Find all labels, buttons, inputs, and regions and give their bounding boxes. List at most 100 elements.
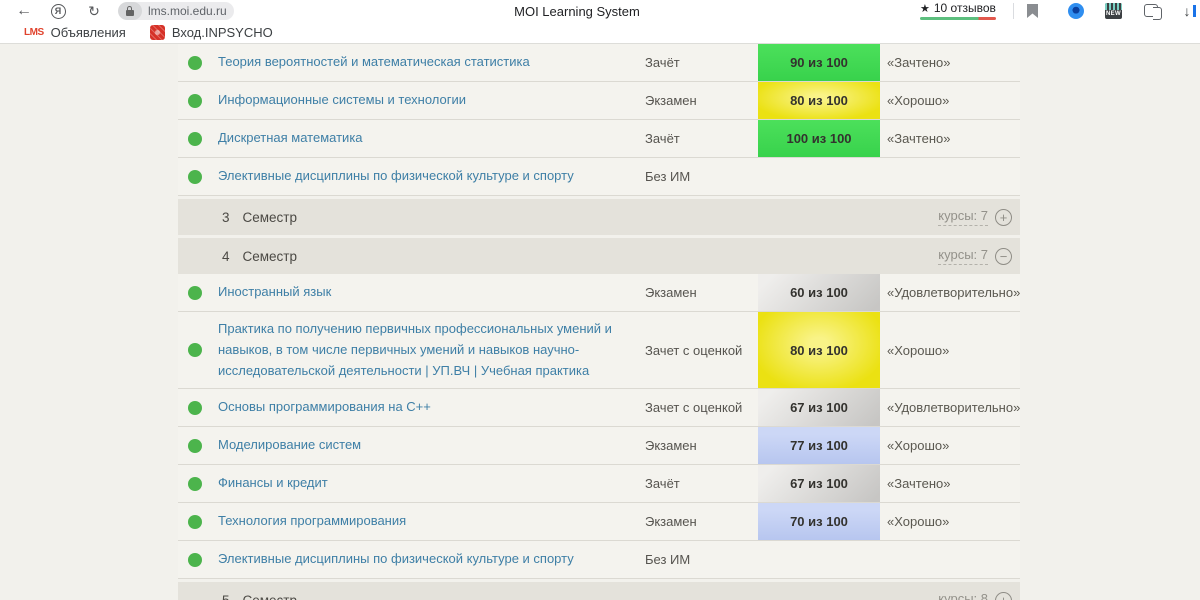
table-row: Технология программированияЭкзамен70 из … [178,503,1020,541]
grade-text: «Хорошо» [880,438,1020,453]
assessment-type: Экзамен [645,93,758,108]
extension-blue-icon[interactable] [1068,3,1084,19]
expand-icon[interactable]: + [995,209,1012,226]
extension-new-label: NEW [1105,10,1122,19]
semester-row[interactable]: 3 Семестр курсы: 7 + [178,199,1020,235]
status-dot-icon [188,94,202,108]
score-badge: 80 из 100 [758,312,880,388]
semester-row[interactable]: 5 Семестр курсы: 8 + [178,582,1020,600]
score-badge: 80 из 100 [758,82,880,119]
bookmark-label: Вход.INPSYCHO [172,25,273,40]
bookmark-item-inpsycho[interactable]: Вход.INPSYCHO [150,25,273,40]
semester-row[interactable]: 4 Семестр курсы: 7− [178,238,1020,274]
browser-window: ← Я ↻ lms.moi.edu.ru MOI Learning System… [0,0,1200,600]
course-link[interactable]: Теория вероятностей и математическая ста… [218,45,645,80]
status-dot-icon [188,401,202,415]
table-row: Практика по получению первичных професси… [178,312,1020,389]
status-dot-icon [188,515,202,529]
download-icon[interactable]: ↓ [1178,1,1196,21]
status-dot-icon [188,439,202,453]
grade-text: «Хорошо» [880,343,1020,358]
bookmarks-bar: LMS Объявления Вход.INPSYCHO [0,22,1200,44]
course-link[interactable]: Информационные системы и технологии [218,83,645,118]
grade-text: «Зачтено» [880,131,1020,146]
course-link[interactable]: Элективные дисциплины по физической куль… [218,542,645,577]
table-row: Теория вероятностей и математическая ста… [178,44,1020,82]
table-row: Дискретная математикаЗачёт100 из 100«Зач… [178,120,1020,158]
grade-text: «Хорошо» [880,514,1020,529]
grade-text: «Хорошо» [880,93,1020,108]
grade-text: «Удовлетворительно» [880,285,1020,300]
courses-count-link[interactable]: курсы: 7 [938,208,988,226]
courses-count-link[interactable]: курсы: 7 [938,247,988,265]
expand-icon[interactable]: + [995,592,1012,600]
course-link[interactable]: Финансы и кредит [218,466,645,501]
score-badge: 60 из 100 [758,274,880,311]
extension-new-pattern [1105,3,1122,10]
grade-text: «Зачтено» [880,55,1020,70]
course-link[interactable]: Технология программирования [218,504,645,539]
assessment-type: Экзамен [645,438,758,453]
course-link[interactable]: Моделирование систем [218,428,645,463]
reviews-label: 10 отзывов [934,1,996,15]
assessment-type: Зачет с оценкой [645,343,758,358]
semester-controls: курсы: 7− [938,247,1012,265]
score-badge: 77 из 100 [758,427,880,464]
table-row: Элективные дисциплины по физической куль… [178,158,1020,196]
assessment-type: Зачёт [645,55,758,70]
assessment-type: Зачёт [645,131,758,146]
semester-controls: курсы: 8 + [938,591,1012,600]
browser-toolbar: ← Я ↻ lms.moi.edu.ru MOI Learning System… [0,0,1200,22]
status-dot-icon [188,132,202,146]
table-row: Иностранный языкЭкзамен60 из 100«Удовлет… [178,274,1020,312]
lms-logo-icon: LMS [24,27,44,38]
status-dot-icon [188,343,202,357]
semester-label: Семестр [243,593,298,600]
table-row: Информационные системы и технологииЭкзам… [178,82,1020,120]
status-dot-icon [188,477,202,491]
assessment-type: Экзамен [645,285,758,300]
toolbar-divider [1013,3,1014,19]
grade-text: «Зачтено» [880,476,1020,491]
score-badge: 90 из 100 [758,44,880,81]
grade-text: «Удовлетворительно» [880,400,1020,415]
tabs-icon[interactable] [1144,4,1158,17]
red-grid-logo-icon [150,25,165,40]
bookmark-item-announcements[interactable]: LMS Объявления [24,25,126,40]
score-badge [758,158,880,195]
status-dot-icon [188,286,202,300]
semester-number: 4 [222,249,230,264]
semester-number: 3 [222,210,230,225]
course-link[interactable]: Иностранный язык [218,275,645,310]
collapse-icon[interactable]: − [995,248,1012,265]
assessment-type: Зачёт [645,476,758,491]
semester-label: Семестр [243,249,298,264]
bookmark-label: Объявления [51,25,126,40]
score-badge [758,541,880,578]
assessment-type: Экзамен [645,514,758,529]
course-link[interactable]: Элективные дисциплины по физической куль… [218,159,645,194]
score-badge: 70 из 100 [758,503,880,540]
reviews-widget[interactable]: ★ 10 отзывов [920,1,1000,20]
rating-bar [920,17,996,20]
table-row: Моделирование системЭкзамен77 из 100«Хор… [178,427,1020,465]
semester-label: Семестр [243,210,298,225]
score-badge: 100 из 100 [758,120,880,157]
course-link[interactable]: Практика по получению первичных професси… [218,312,645,388]
status-dot-icon [188,56,202,70]
table-row: Элективные дисциплины по физической куль… [178,541,1020,579]
table-row: Основы программирования на C++Зачет с оц… [178,389,1020,427]
score-badge: 67 из 100 [758,465,880,502]
semester-controls: курсы: 7 + [938,208,1012,226]
assessment-type: Без ИМ [645,169,758,184]
assessment-type: Зачет с оценкой [645,400,758,415]
courses-count-link[interactable]: курсы: 8 [938,591,988,600]
assessment-type: Без ИМ [645,552,758,567]
extension-new-icon[interactable]: NEW [1105,3,1122,19]
course-link[interactable]: Дискретная математика [218,121,645,156]
star-icon: ★ [920,2,930,15]
course-link[interactable]: Основы программирования на C++ [218,390,645,425]
table-row: Финансы и кредитЗачёт67 из 100«Зачтено» [178,465,1020,503]
status-dot-icon [188,553,202,567]
semester-number: 5 [222,593,230,600]
